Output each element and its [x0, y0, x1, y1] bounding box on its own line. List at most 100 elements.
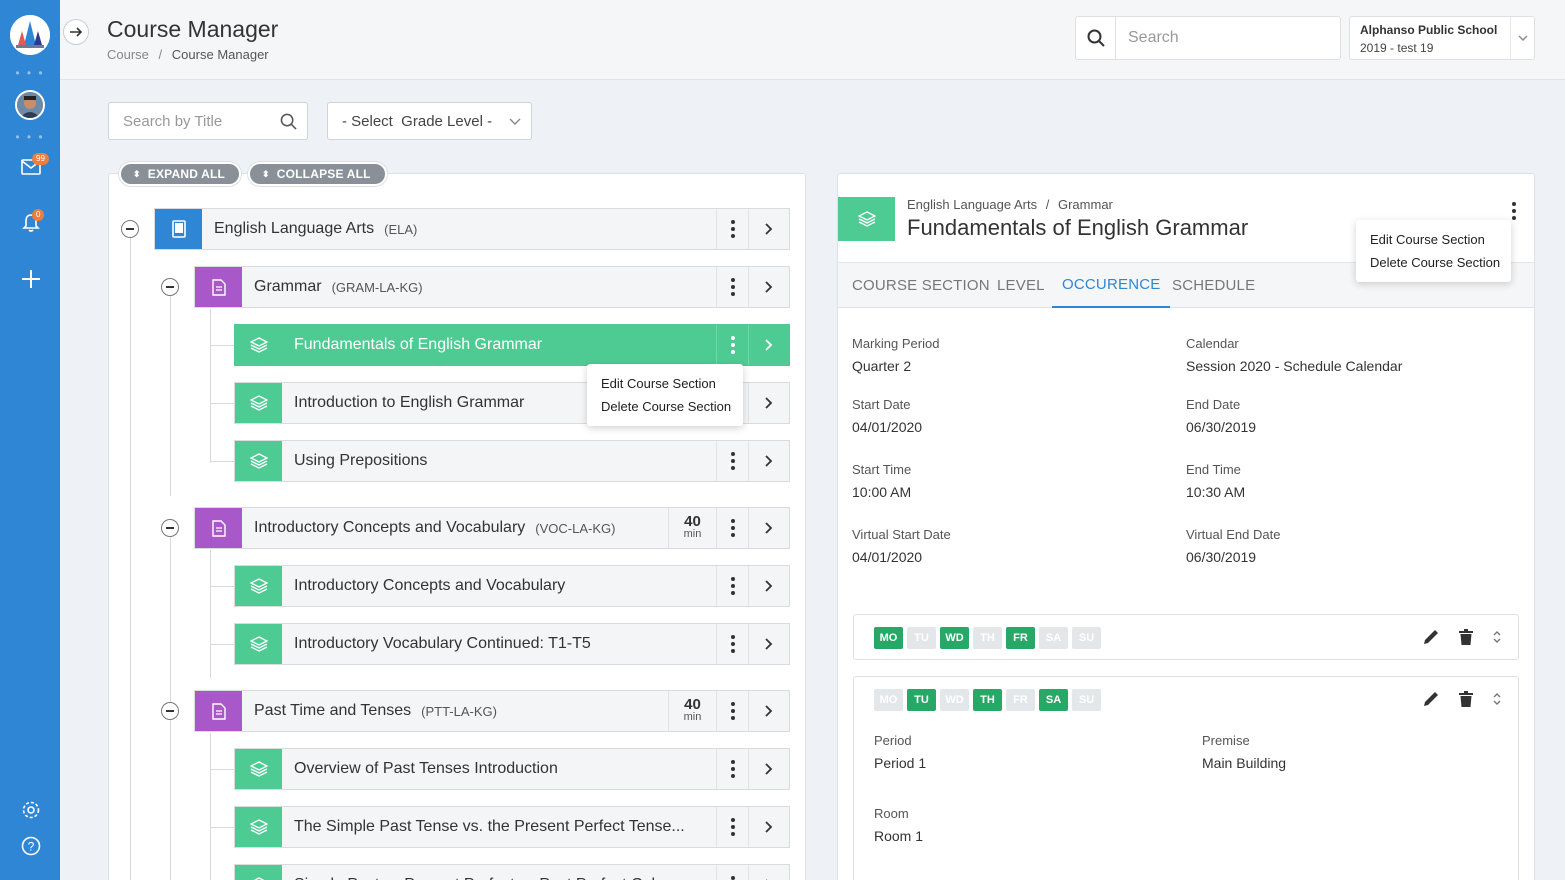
tree-row-section[interactable]: Overview of Past Tenses Introduction: [234, 748, 790, 790]
day-chip[interactable]: SU: [1072, 689, 1101, 711]
tree-row-section[interactable]: Using Prepositions: [234, 440, 790, 482]
open-details-button[interactable]: [748, 209, 789, 249]
crumb-course[interactable]: English Language Arts: [907, 197, 1037, 212]
chevron-right-icon: [765, 705, 773, 717]
trash-icon[interactable]: [1458, 628, 1474, 646]
day-chip[interactable]: TH: [973, 689, 1002, 711]
crumb-subject[interactable]: Grammar: [1058, 197, 1113, 212]
day-chip[interactable]: TH: [973, 627, 1002, 649]
more-options-button[interactable]: [716, 566, 748, 606]
day-chip[interactable]: MO: [874, 627, 903, 649]
open-details-button[interactable]: [748, 807, 789, 847]
more-options-button[interactable]: [716, 749, 748, 789]
menu-item-delete[interactable]: Delete Course Section: [1356, 251, 1511, 274]
chevron-right-icon: [765, 638, 773, 650]
search-icon[interactable]: [1076, 17, 1116, 59]
open-details-button[interactable]: [748, 566, 789, 606]
tree-row-section[interactable]: Introductory Vocabulary Continued: T1-T5: [234, 623, 790, 665]
more-options-button[interactable]: [716, 624, 748, 664]
tree-line: [130, 238, 131, 880]
more-options-button[interactable]: [716, 267, 748, 307]
search-icon[interactable]: [280, 113, 297, 135]
document-icon: [195, 267, 242, 307]
kebab-icon: [730, 336, 735, 354]
collapse-all-button[interactable]: ⬍ COLLAPSE ALL: [248, 162, 387, 186]
more-options-button[interactable]: [716, 209, 748, 249]
school-logo[interactable]: [10, 15, 50, 55]
chevron-down-icon[interactable]: [1510, 17, 1534, 59]
day-chip[interactable]: FR: [1006, 627, 1035, 649]
menu-item-edit[interactable]: Edit Course Section: [1356, 228, 1511, 251]
subject-title: Introductory Concepts and Vocabulary: [254, 519, 526, 536]
tree-row-section-active[interactable]: Fundamentals of English Grammar: [234, 324, 790, 366]
sort-arrows-icon[interactable]: [1492, 692, 1502, 706]
more-options-button[interactable]: [716, 865, 748, 880]
collapse-toggle[interactable]: [161, 519, 179, 537]
tab-course-section[interactable]: COURSE SECTION: [852, 263, 990, 308]
section-title: Overview of Past Tenses Introduction: [294, 760, 558, 777]
avatar[interactable]: [15, 90, 45, 120]
expand-sidebar-button[interactable]: [63, 19, 89, 45]
kebab-icon: [730, 760, 735, 778]
tree-row-subject[interactable]: Grammar (GRAM-LA-KG): [194, 266, 790, 308]
search-input[interactable]: [1128, 29, 1328, 47]
day-chip[interactable]: FR: [1006, 689, 1035, 711]
field-end-time: End Time 10:30 AM: [1186, 462, 1246, 500]
open-details-button[interactable]: [748, 749, 789, 789]
section-context-menu: Edit Course Section Delete Course Sectio…: [587, 364, 743, 426]
sort-arrows-icon[interactable]: [1492, 630, 1502, 644]
detail-more-button[interactable]: [1512, 202, 1516, 220]
menu-item-edit[interactable]: Edit Course Section: [587, 372, 743, 395]
tree-row-course[interactable]: English Language Arts (ELA): [154, 208, 790, 250]
expand-all-button[interactable]: ⬍ EXPAND ALL: [119, 162, 242, 186]
plus-icon[interactable]: [18, 266, 44, 292]
title-search-input[interactable]: [123, 113, 273, 130]
section-title: Introductory Vocabulary Continued: T1-T5: [294, 635, 591, 652]
collapse-toggle[interactable]: [161, 278, 179, 296]
trash-icon[interactable]: [1458, 690, 1474, 708]
breadcrumb-course[interactable]: Course: [107, 47, 149, 62]
collapse-toggle[interactable]: [161, 702, 179, 720]
collapse-toggle[interactable]: [121, 220, 139, 238]
open-details-button[interactable]: [748, 441, 789, 481]
open-details-button[interactable]: [748, 267, 789, 307]
open-details-button[interactable]: [748, 691, 789, 731]
tree-row-subject[interactable]: Introductory Concepts and Vocabulary (VOC…: [194, 507, 790, 549]
tree-row-section[interactable]: Simple Past vs Present Perfect vs Past P…: [234, 864, 790, 880]
grade-level-select[interactable]: - Select Grade Level -: [327, 102, 532, 140]
open-details-button[interactable]: [748, 508, 789, 548]
field-marking-period: Marking Period Quarter 2: [852, 336, 940, 374]
open-details-button[interactable]: [748, 865, 789, 880]
tab-level[interactable]: LEVEL: [997, 263, 1045, 308]
gear-icon[interactable]: [18, 797, 44, 823]
day-chip[interactable]: SA: [1039, 627, 1068, 649]
menu-item-delete[interactable]: Delete Course Section: [587, 395, 743, 418]
day-chip[interactable]: MO: [874, 689, 903, 711]
tree-row-subject[interactable]: Past Time and Tenses (PTT-LA-KG) 40 min: [194, 690, 790, 732]
open-details-button[interactable]: [748, 624, 789, 664]
tree-row-section[interactable]: The Simple Past Tense vs. the Present Pe…: [234, 806, 790, 848]
help-icon[interactable]: ?: [18, 833, 44, 859]
layers-icon: [235, 441, 282, 481]
more-options-button[interactable]: [716, 691, 748, 731]
tree-row-section[interactable]: Introductory Concepts and Vocabulary: [234, 565, 790, 607]
open-details-button[interactable]: [748, 325, 789, 365]
grade-level-value: - Select Grade Level -: [342, 113, 493, 130]
day-chip[interactable]: TU: [907, 689, 936, 711]
day-chip[interactable]: TU: [907, 627, 936, 649]
tab-schedule[interactable]: SCHEDULE: [1172, 263, 1255, 308]
day-chip[interactable]: WD: [940, 689, 969, 711]
more-options-button[interactable]: [716, 508, 748, 548]
open-details-button[interactable]: [748, 383, 789, 423]
day-chip[interactable]: SU: [1072, 627, 1101, 649]
more-options-button[interactable]: [716, 807, 748, 847]
more-options-button[interactable]: [716, 441, 748, 481]
section-title: The Simple Past Tense vs. the Present Pe…: [294, 818, 685, 835]
school-selector[interactable]: Alphanso Public School 2019 - test 19: [1349, 16, 1535, 60]
day-chip[interactable]: SA: [1039, 689, 1068, 711]
day-chip[interactable]: WD: [940, 627, 969, 649]
tab-occurence[interactable]: OCCURENCE: [1052, 263, 1171, 308]
pencil-icon[interactable]: [1422, 628, 1440, 646]
more-options-button[interactable]: [716, 325, 748, 365]
pencil-icon[interactable]: [1422, 690, 1440, 708]
